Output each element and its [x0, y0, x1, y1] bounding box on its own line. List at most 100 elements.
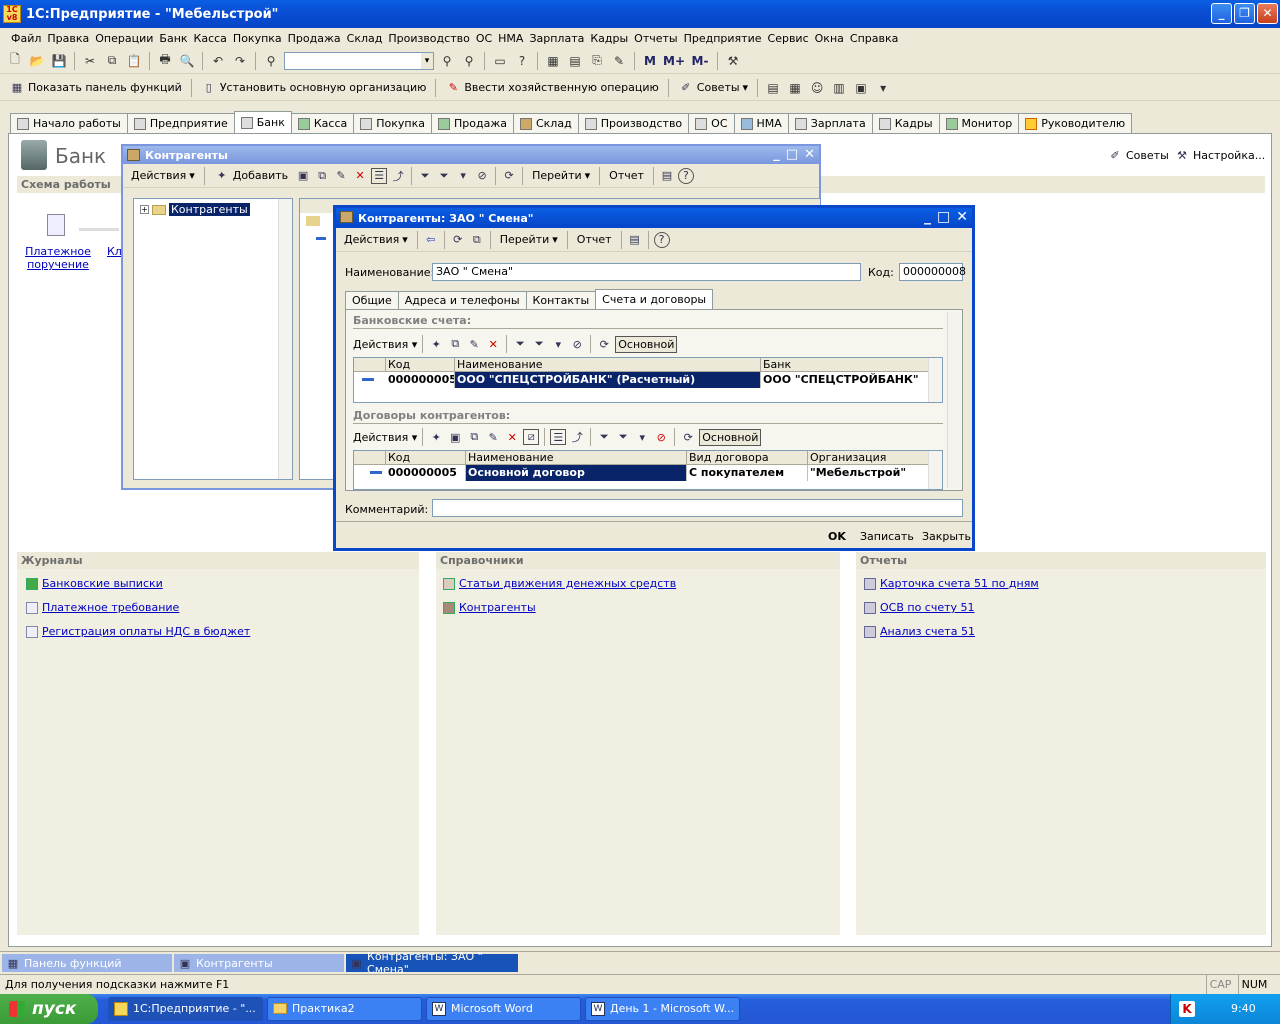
menu-salary[interactable]: Зарплата — [526, 32, 587, 45]
menu-warehouse[interactable]: Склад — [344, 32, 386, 45]
menu-hr[interactable]: Кадры — [587, 32, 631, 45]
minimize-button[interactable]: _ — [924, 209, 931, 225]
goto-menu[interactable]: Перейти ▾ — [528, 169, 594, 182]
antivirus-icon[interactable]: K — [1179, 1001, 1195, 1017]
table-row[interactable]: 000000005 ООО "СПЕЦСТРОЙБАНК" (Расчетный… — [354, 372, 929, 388]
calendar-icon[interactable]: ▤ — [566, 52, 584, 70]
tools-icon[interactable]: ✎ — [610, 52, 628, 70]
filter-off-icon[interactable]: ⊘ — [474, 168, 490, 184]
memory-m-icon[interactable]: M — [641, 52, 659, 70]
analysis-51-link[interactable]: Анализ счета 51 — [864, 625, 975, 638]
hierarchy-icon[interactable]: ☰ — [371, 167, 388, 184]
tab-cash[interactable]: Касса — [290, 113, 355, 133]
tree-scrollbar[interactable] — [278, 199, 292, 479]
actions-menu[interactable]: Действия ▾ — [127, 169, 199, 182]
contracts-grid-scrollbar[interactable] — [928, 451, 942, 489]
tab-enterprise[interactable]: Предприятие — [126, 113, 235, 133]
users-icon[interactable]: ☺ — [808, 79, 826, 97]
actions-menu[interactable]: Действия ▾ — [340, 233, 412, 246]
cell-name[interactable]: Основной договор — [466, 465, 687, 481]
menu-enterprise[interactable]: Предприятие — [681, 32, 765, 45]
up-level-icon[interactable]: ⤴ — [569, 429, 585, 445]
window-tab-panel[interactable]: ▦ Панель функций — [2, 954, 172, 972]
settings-link[interactable]: ⚒ Настройка... — [1174, 147, 1265, 163]
menu-service[interactable]: Сервис — [765, 32, 812, 45]
taskbar-item-word-doc[interactable]: W День 1 - Microsoft W... — [585, 997, 740, 1021]
tab-salary[interactable]: Зарплата — [787, 113, 873, 133]
undo-icon[interactable]: ↶ — [209, 52, 227, 70]
tab-purchase[interactable]: Покупка — [353, 113, 432, 133]
tab-contacts[interactable]: Контакты — [525, 291, 597, 309]
filter-off-icon[interactable]: ⊘ — [653, 429, 669, 445]
col-kind[interactable]: Вид договора — [687, 451, 808, 465]
menu-fixed-assets[interactable]: ОС — [473, 32, 495, 45]
tab-general[interactable]: Общие — [345, 291, 399, 309]
start-button[interactable]: пуск — [0, 994, 98, 1024]
add-icon[interactable]: ✦ — [428, 429, 444, 445]
edit-icon[interactable]: ✎ — [333, 168, 349, 184]
payment-order-icon[interactable] — [47, 214, 65, 236]
add-icon[interactable]: ✦ — [428, 336, 444, 352]
find-prev-icon[interactable]: ⚲ — [460, 52, 478, 70]
tab-manager[interactable]: Руководителю — [1018, 113, 1133, 133]
filter-list-icon[interactable]: ▾ — [550, 336, 566, 352]
menu-reports[interactable]: Отчеты — [631, 32, 680, 45]
filter-value-icon[interactable]: ⏷ — [531, 336, 547, 352]
calculator-icon[interactable]: ▦ — [544, 52, 562, 70]
menu-help[interactable]: Справка — [847, 32, 901, 45]
menu-sales[interactable]: Продажа — [285, 32, 344, 45]
delete-icon[interactable]: ✕ — [504, 429, 520, 445]
mark-delete-icon[interactable]: ⧄ — [523, 429, 540, 445]
menu-edit[interactable]: Правка — [44, 32, 92, 45]
report-button[interactable]: Отчет — [573, 233, 616, 246]
bank-statements-link[interactable]: Банковские выписки — [26, 577, 163, 590]
add-button[interactable]: ✦ Добавить — [210, 168, 292, 184]
copy-icon[interactable]: ⧉ — [466, 429, 482, 445]
show-panel-button[interactable]: ▦ Показать панель функций — [6, 80, 185, 96]
enter-operation-button[interactable]: ✎ Ввести хозяйственную операцию — [442, 80, 661, 96]
up-level-icon[interactable]: ⤴ — [390, 168, 406, 184]
copy-icon[interactable]: ⧉ — [469, 232, 485, 248]
help-icon[interactable]: ? — [653, 231, 670, 248]
find-icon[interactable]: ⚲ — [262, 52, 280, 70]
search-combo[interactable] — [284, 51, 434, 70]
tips-button[interactable]: ✐ Советы ▾ — [675, 80, 751, 96]
tab-intangible[interactable]: НМА — [733, 113, 789, 133]
menu-purchase[interactable]: Покупка — [230, 32, 285, 45]
cashflow-items-link[interactable]: Статьи движения денежных средств — [443, 577, 676, 590]
comment-field[interactable] — [432, 499, 963, 517]
tab-warehouse[interactable]: Склад — [512, 113, 579, 133]
add-group-icon[interactable]: ▣ — [447, 429, 463, 445]
edit-icon[interactable]: ✎ — [485, 429, 501, 445]
set-org-button[interactable]: ▯ Установить основную организацию — [198, 80, 430, 96]
maximize-button[interactable]: □ — [786, 147, 798, 162]
card-51-link[interactable]: Карточка счета 51 по дням — [864, 577, 1039, 590]
refresh-icon[interactable]: ⟳ — [596, 336, 612, 352]
maximize-button[interactable]: □ — [937, 209, 950, 225]
print-icon[interactable]: 🖶 — [156, 52, 174, 70]
minimize-button[interactable]: _ — [1211, 3, 1232, 24]
filter-icon[interactable]: ⏷ — [596, 429, 612, 445]
add-group-icon[interactable]: ▣ — [295, 168, 311, 184]
back-icon[interactable]: ⇦ — [423, 232, 439, 248]
col-code[interactable]: Код — [386, 358, 455, 372]
report-icon[interactable]: ▣ — [852, 79, 870, 97]
open-icon[interactable]: 📂 — [28, 52, 46, 70]
expand-icon[interactable]: + — [140, 205, 149, 214]
col-name[interactable]: Наименование — [466, 451, 687, 465]
filter-list-icon[interactable]: ▾ — [455, 168, 471, 184]
redo-icon[interactable]: ↷ — [231, 52, 249, 70]
osv-51-link[interactable]: ОСВ по счету 51 — [864, 601, 975, 614]
payment-request-link[interactable]: Платежное требование — [26, 601, 179, 614]
table-icon[interactable]: ▦ — [786, 79, 804, 97]
restore-button[interactable]: ❐ — [1234, 3, 1255, 24]
tips-link[interactable]: ✐ Советы — [1107, 147, 1168, 163]
tab-start[interactable]: Начало работы — [10, 113, 128, 133]
col-org[interactable]: Организация — [808, 451, 929, 465]
filter-icon[interactable]: ⏷ — [417, 168, 433, 184]
tab-hr[interactable]: Кадры — [871, 113, 940, 133]
close-form-button[interactable]: Закрыть — [922, 530, 971, 543]
filter-value-icon[interactable]: ⏷ — [615, 429, 631, 445]
menu-intangible[interactable]: НМА — [495, 32, 526, 45]
edit-icon[interactable]: ✎ — [466, 336, 482, 352]
